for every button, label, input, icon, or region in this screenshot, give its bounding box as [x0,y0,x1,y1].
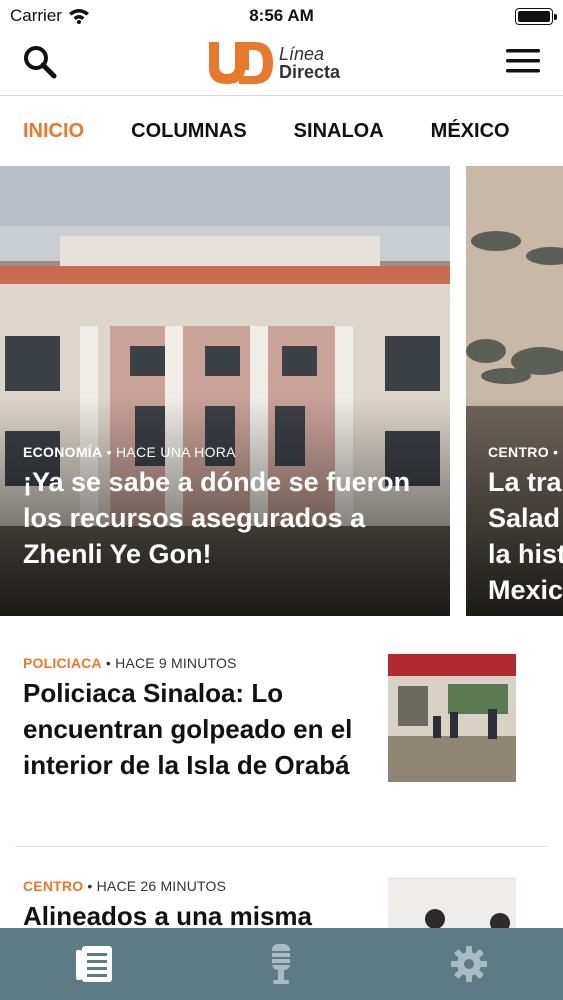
hero-next-title-line: Salad [488,503,561,533]
hero-card-next[interactable]: CENTRO • La tra Salad la hist Mexic [466,166,563,616]
article-category: CENTRO [23,878,84,894]
app-logo[interactable]: Línea Directa [205,40,340,86]
article-category: POLICIACA [23,655,102,671]
bottom-navigation [0,928,563,1000]
microphone-icon [272,944,291,984]
status-left: Carrier [10,6,90,26]
logo-line2: Directa [279,62,341,82]
hero-time: HACE UNA HORA [116,444,236,460]
search-icon [24,46,57,79]
gear-icon [451,946,488,982]
article-title: Policiaca Sinaloa: Lo encuentran golpead… [23,678,353,780]
hero-next-title-line: La tra [488,467,562,497]
hero-meta: ECONOMÍA • HACE UNA HORA [23,444,236,460]
hero-category: ECONOMÍA [23,444,103,460]
status-bar: Carrier 8:56 AM [0,0,563,32]
article-thumbnail-image [388,654,516,782]
article-divider [15,846,548,847]
nav-news[interactable] [64,934,124,994]
news-icon [75,946,112,982]
article-thumbnail-image [388,877,516,928]
article-time: HACE 26 MINUTOS [96,878,227,894]
hamburger-menu-icon [506,49,540,73]
tab-inicio[interactable]: INICIO [23,120,84,143]
tab-columnas[interactable]: COLUMNAS [131,120,247,143]
hero-next-category: CENTRO [488,444,549,460]
logo-text: Línea Directa [279,45,340,81]
category-tabs: INICIO COLUMNAS SINALOA MÉXICO [0,96,563,166]
hero-title: ¡Ya se sabe a dónde se fueron los recurs… [23,467,411,569]
tab-sinaloa[interactable]: SINALOA [294,120,384,143]
wifi-icon [68,9,89,24]
article-thumbnail[interactable] [388,877,516,928]
search-button[interactable] [20,42,60,82]
hero-card[interactable]: ECONOMÍA • HACE UNA HORA ¡Ya se sabe a d… [0,166,450,616]
logo-mark-icon [209,42,273,84]
article-thumbnail[interactable] [388,654,516,782]
article-time: HACE 9 MINUTOS [115,655,237,671]
nav-settings[interactable] [439,934,499,994]
nav-podcast[interactable] [251,934,311,994]
logo-line1: Línea [279,44,325,64]
hero-next-title: La tra Salad la hist Mexic [488,464,563,608]
hero-next-title-line: Mexic [488,575,563,605]
menu-button[interactable] [503,44,543,78]
app-header: Línea Directa [0,32,563,96]
battery-icon [515,7,557,25]
hero-next-title-line: la hist [488,539,563,569]
tab-mexico[interactable]: MÉXICO [431,120,510,143]
hero-next-meta: CENTRO • [488,444,559,460]
carrier-label: Carrier [10,6,62,25]
battery-fill [518,10,550,22]
